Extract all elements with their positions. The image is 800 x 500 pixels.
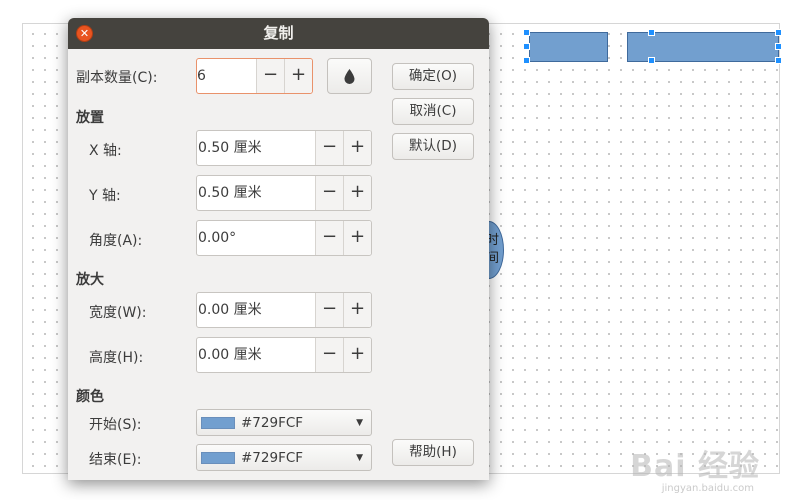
- copies-label: 副本数量(C):: [76, 70, 158, 86]
- height-input[interactable]: 0.00 厘米: [197, 338, 315, 372]
- copies-decrement-button[interactable]: −: [256, 59, 284, 93]
- rectangle-shape-1[interactable]: [529, 32, 608, 62]
- angle-decrement-button[interactable]: −: [315, 221, 343, 255]
- copies-input[interactable]: 6: [197, 59, 256, 93]
- end-color-label: 结束(E):: [89, 452, 142, 468]
- width-label: 宽度(W):: [89, 305, 147, 321]
- height-stepper[interactable]: 0.00 厘米 − +: [196, 337, 372, 373]
- duplicate-dialog: ✕ 复制 副本数量(C): 6 − + 放置 X 轴: 0.50 厘米 − + …: [68, 18, 489, 480]
- y-axis-stepper[interactable]: 0.50 厘米 − +: [196, 175, 372, 211]
- start-color-label: 开始(S):: [89, 417, 142, 433]
- start-color-select[interactable]: #729FCF ▼: [196, 409, 372, 436]
- y-axis-input[interactable]: 0.50 厘米: [197, 176, 315, 210]
- y-axis-decrement-button[interactable]: −: [315, 176, 343, 210]
- chevron-down-icon: ▼: [356, 452, 363, 463]
- watermark: Bai 经验: [630, 449, 760, 484]
- selection-handle[interactable]: [523, 43, 530, 50]
- colors-section-title: 颜色: [76, 389, 104, 405]
- height-decrement-button[interactable]: −: [315, 338, 343, 372]
- copies-increment-button[interactable]: +: [284, 59, 312, 93]
- angle-stepper[interactable]: 0.00° − +: [196, 220, 372, 256]
- dialog-titlebar[interactable]: ✕ 复制: [68, 18, 489, 49]
- help-button[interactable]: 帮助(H): [392, 439, 474, 466]
- selection-handle[interactable]: [775, 29, 782, 36]
- angle-increment-button[interactable]: +: [343, 221, 371, 255]
- height-increment-button[interactable]: +: [343, 338, 371, 372]
- end-color-value: #729FCF: [241, 449, 304, 466]
- end-color-select[interactable]: #729FCF ▼: [196, 444, 372, 471]
- watermark-url: jingyan.baidu.com: [661, 483, 754, 494]
- x-axis-increment-button[interactable]: +: [343, 131, 371, 165]
- placement-section-title: 放置: [76, 110, 104, 126]
- close-icon[interactable]: ✕: [76, 25, 93, 42]
- x-axis-label: X 轴:: [89, 143, 122, 159]
- selection-handle[interactable]: [775, 43, 782, 50]
- color-dropper-icon: [344, 69, 355, 84]
- selection-handle[interactable]: [648, 57, 655, 64]
- x-axis-decrement-button[interactable]: −: [315, 131, 343, 165]
- start-color-value: #729FCF: [241, 414, 304, 431]
- selection-handle[interactable]: [523, 57, 530, 64]
- x-axis-input[interactable]: 0.50 厘米: [197, 131, 315, 165]
- height-label: 高度(H):: [89, 350, 144, 366]
- default-button[interactable]: 默认(D): [392, 133, 474, 160]
- copies-stepper[interactable]: 6 − +: [196, 58, 313, 94]
- selection-handle[interactable]: [648, 29, 655, 36]
- width-decrement-button[interactable]: −: [315, 293, 343, 327]
- enlargement-section-title: 放大: [76, 272, 104, 288]
- selection-handle[interactable]: [523, 29, 530, 36]
- x-axis-stepper[interactable]: 0.50 厘米 − +: [196, 130, 372, 166]
- color-dropper-button[interactable]: [327, 58, 372, 94]
- angle-label: 角度(A):: [89, 233, 143, 249]
- dialog-title: 复制: [263, 24, 294, 42]
- angle-input[interactable]: 0.00°: [197, 221, 315, 255]
- y-axis-increment-button[interactable]: +: [343, 176, 371, 210]
- ok-button[interactable]: 确定(O): [392, 63, 474, 90]
- end-color-swatch: [201, 451, 235, 464]
- selection-handle[interactable]: [775, 57, 782, 64]
- width-stepper[interactable]: 0.00 厘米 − +: [196, 292, 372, 328]
- start-color-swatch: [201, 416, 235, 429]
- width-input[interactable]: 0.00 厘米: [197, 293, 315, 327]
- y-axis-label: Y 轴:: [89, 188, 121, 204]
- chevron-down-icon: ▼: [356, 417, 363, 428]
- width-increment-button[interactable]: +: [343, 293, 371, 327]
- cancel-button[interactable]: 取消(C): [392, 98, 474, 125]
